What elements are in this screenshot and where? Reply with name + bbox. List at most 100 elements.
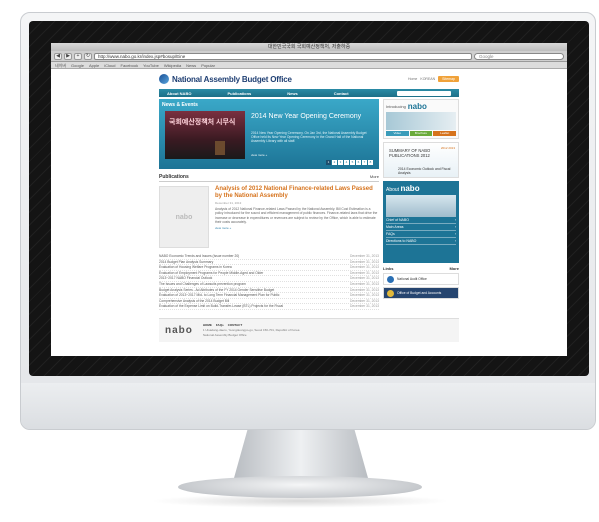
featured-publication-info: Analysis of 2012 National Finance-relate… xyxy=(215,186,379,248)
nav-news[interactable]: News xyxy=(287,91,297,96)
arrow-icon: › xyxy=(454,239,456,243)
list-item-date: December 31, 2013 xyxy=(350,287,379,292)
header-utilities: Home KOREAN Sitemap xyxy=(408,76,459,82)
left-column: News & Events 국회예산정책처 시무식 2014 New Year … xyxy=(159,99,379,310)
footer-address: 1 Uisadang-daero, Yeongdeungpo-gu, Seoul… xyxy=(202,328,300,333)
footer-contact-link[interactable]: CONTACT xyxy=(228,323,242,327)
add-tab-button[interactable]: + xyxy=(74,52,82,60)
news-headline[interactable]: 2014 New Year Opening Ceremony xyxy=(251,113,371,121)
monitor-chin xyxy=(21,383,595,429)
publication-list: NABO Economic Trends and Issues (Issue n… xyxy=(159,254,379,310)
list-item[interactable]: Evaluation of the Expense Limit on Build… xyxy=(159,304,379,310)
pager-item[interactable]: 8 xyxy=(368,160,373,165)
forward-button[interactable]: ▶ xyxy=(64,52,72,60)
reload-button[interactable]: ↻ xyxy=(84,52,92,60)
about-link-label: FAQs xyxy=(386,232,395,236)
pager-item[interactable]: 2 xyxy=(332,160,337,165)
nav-publications[interactable]: Publications xyxy=(227,91,251,96)
arrow-icon: › xyxy=(454,225,456,229)
search-field[interactable]: Google xyxy=(474,52,564,60)
about-link[interactable]: Main Areas › xyxy=(386,224,456,231)
site-footer: nabo HOME FAQs CONTACT 1 Uisadang-daero,… xyxy=(159,317,459,342)
main-nav: About NABO Publications News Contact xyxy=(159,89,459,97)
news-photo-caption: 국회예산정책처 시무식 xyxy=(169,119,236,126)
arrow-icon: › xyxy=(454,232,456,236)
sitemap-button[interactable]: Sitemap xyxy=(438,76,459,82)
about-link[interactable]: FAQs › xyxy=(386,231,456,238)
list-item-title: Evaluation of Employment Programs for Pe… xyxy=(159,270,264,275)
about-link[interactable]: Directions to NABO › xyxy=(386,238,456,245)
about-nabo-box: About nabo Chief of NABO › Main Areas › FA… xyxy=(383,181,459,263)
emblem-icon xyxy=(387,275,394,283)
bookmark-item[interactable]: Wikipedia xyxy=(164,62,181,68)
site-search-input[interactable] xyxy=(397,90,451,96)
browser-toolbar: ◀ ▶ + ↻ http://www.nabo.go.kr/index.jsp#… xyxy=(51,51,567,62)
links-more-link[interactable]: More xyxy=(449,266,459,271)
summary-subtitle: 2014 Economic Outlook and Fiscal Analysi… xyxy=(398,167,451,175)
news-section-title: News & Events xyxy=(162,102,198,108)
pager-item[interactable]: 3 xyxy=(338,160,343,165)
bookmark-item[interactable]: YouTube xyxy=(143,62,159,68)
list-item-title: Comprehensive Analysis of the 2014 Budge… xyxy=(159,298,230,303)
featured-publication-title[interactable]: Analysis of 2012 National Finance-relate… xyxy=(215,186,379,200)
list-item-date: December 31, 2013 xyxy=(350,304,379,309)
tab-brochure[interactable]: Brochure xyxy=(409,131,433,136)
news-photo[interactable]: 국회예산정책처 시무식 xyxy=(165,111,245,159)
list-item-date: December 31, 2013 xyxy=(350,281,379,286)
links-header: Links More xyxy=(383,266,459,271)
logo-text: National Assembly Budget Office xyxy=(172,74,292,84)
about-brand: nabo xyxy=(400,184,420,193)
featured-publication: nabo Analysis of 2012 National Finance-r… xyxy=(159,186,379,248)
address-bar[interactable]: http://www.nabo.go.kr/index.jsp#bosup/Ei… xyxy=(94,52,472,60)
bookmark-item[interactable]: iCloud xyxy=(104,62,115,68)
footer-logo: nabo xyxy=(165,324,193,336)
publications-header: Publications More xyxy=(159,174,379,182)
korean-link[interactable]: KOREAN xyxy=(420,77,435,81)
tab-leaflet[interactable]: Leaflet xyxy=(433,131,457,136)
link-banner-audit[interactable]: National Audit Office xyxy=(383,273,459,285)
site-logo[interactable]: National Assembly Budget Office xyxy=(159,74,292,84)
about-label: About xyxy=(386,187,400,193)
home-link[interactable]: Home xyxy=(408,77,417,81)
bookmark-item[interactable]: 네이버 xyxy=(55,62,66,68)
logo-swoosh-icon xyxy=(159,74,169,84)
publications-title: Publications xyxy=(159,174,189,180)
about-link[interactable]: Chief of NABO › xyxy=(386,217,456,224)
links-title: Links xyxy=(383,266,394,271)
link-banner-label: National Audit Office xyxy=(397,277,427,281)
pager-item[interactable]: 4 xyxy=(344,160,349,165)
back-button[interactable]: ◀ xyxy=(54,52,62,60)
pager-item[interactable]: 5 xyxy=(350,160,355,165)
list-item-date: December 31, 2013 xyxy=(350,276,379,281)
bookmark-item[interactable]: Popular xyxy=(201,62,215,68)
featured-publication-more[interactable]: view more + xyxy=(215,226,379,230)
bookmark-item[interactable]: Google xyxy=(71,62,84,68)
list-item-date: December 31, 2013 xyxy=(350,259,379,264)
pager-item[interactable]: 6 xyxy=(356,160,361,165)
about-title: About nabo xyxy=(386,184,456,193)
bookmark-item[interactable]: News xyxy=(186,62,196,68)
tab-video[interactable]: Video xyxy=(386,131,409,136)
bookmark-item[interactable]: Facebook xyxy=(121,62,139,68)
news-slider: News & Events 국회예산정책처 시무식 2014 New Year … xyxy=(159,99,379,169)
footer-faqs-link[interactable]: FAQs xyxy=(216,323,224,327)
about-building-image xyxy=(386,195,456,217)
bookmark-item[interactable]: Apple xyxy=(89,62,99,68)
publication-thumbnail[interactable]: nabo xyxy=(159,186,209,248)
news-more-link[interactable]: view more + xyxy=(251,153,267,157)
footer-home-link[interactable]: HOME xyxy=(203,323,212,327)
list-item-title: Evaluation of 2013~2017 Mid- to Long Ter… xyxy=(159,293,280,298)
pager-item[interactable]: 1 xyxy=(326,160,331,165)
nav-about[interactable]: About NABO xyxy=(167,91,191,96)
nav-contact[interactable]: Contact xyxy=(334,91,349,96)
list-item-date: December 31, 2013 xyxy=(350,298,379,303)
pager-item[interactable]: 7 xyxy=(362,160,367,165)
site-header: National Assembly Budget Office Home KOR… xyxy=(159,69,459,89)
publications-more-link[interactable]: More xyxy=(370,174,379,180)
summary-banner[interactable]: SUMMARY OF NABO PUBLICATIONS 2012 2012 2… xyxy=(383,142,459,178)
link-banner-budget[interactable]: Office of Budget and Accounts xyxy=(383,287,459,299)
list-item-date: December 31, 2013 xyxy=(350,265,379,270)
news-body: 2014 New Year Opening Ceremony. On Jan 3… xyxy=(251,131,367,144)
introducing-label: Introducing xyxy=(386,104,406,109)
emblem-icon xyxy=(387,289,394,297)
